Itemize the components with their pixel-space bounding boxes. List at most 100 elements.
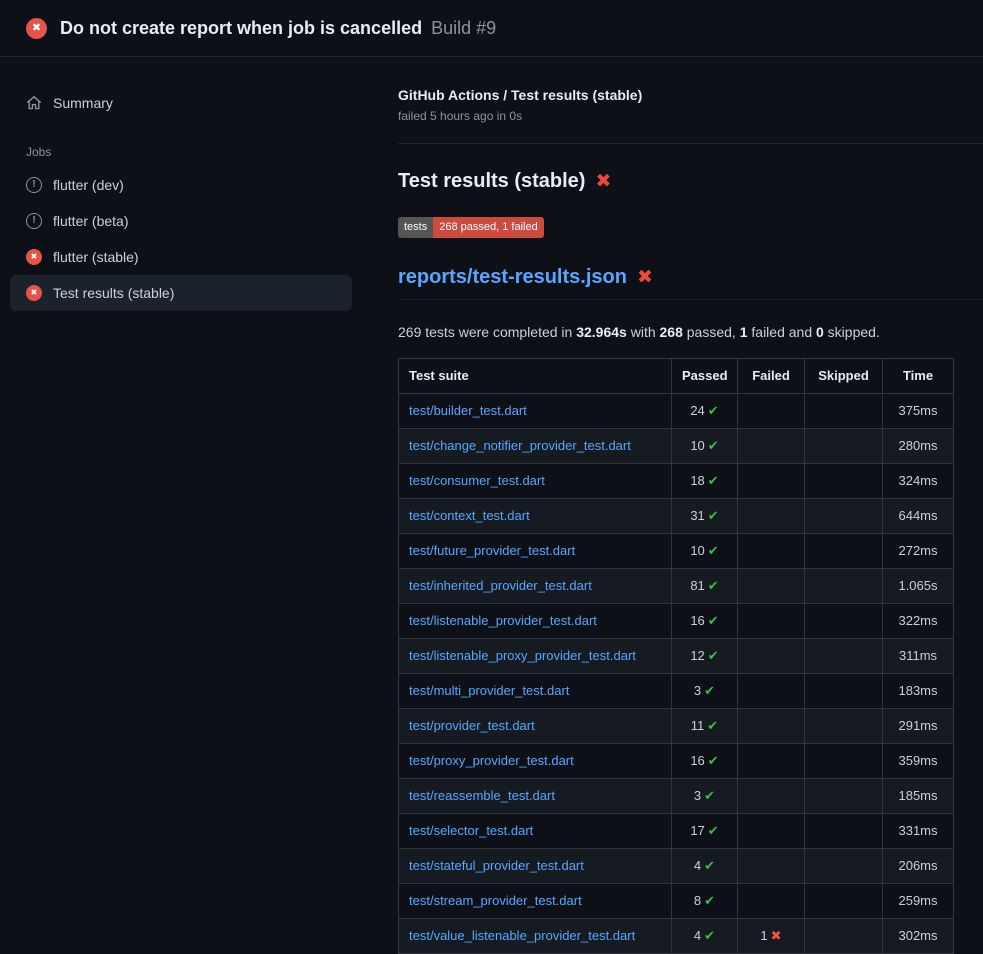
sidebar-item-flutter-dev[interactable]: !flutter (dev) [10,167,352,203]
sidebar-item-flutter-stable[interactable]: ✖ flutter (stable) [10,239,352,275]
test-suite-link[interactable]: test/selector_test.dart [409,823,533,838]
x-circle-icon: ✖ [26,249,42,265]
skipped-cell [805,919,883,954]
time-cell: 272ms [883,534,954,569]
check-icon: ✔ [708,403,719,418]
sidebar-item-test-results-stable[interactable]: ✖Test results (stable) [10,275,352,311]
table-row: test/proxy_provider_test.dart16✔359ms [399,744,954,779]
table-row: test/stateful_provider_test.dart4✔206ms [399,849,954,884]
suite-cell: test/provider_test.dart [399,709,672,744]
sidebar: Summary Jobs !flutter (dev)!flutter (bet… [0,57,370,311]
test-suite-link[interactable]: test/inherited_provider_test.dart [409,578,592,593]
table-row: test/stream_provider_test.dart8✔259ms [399,884,954,919]
test-suite-link[interactable]: test/stateful_provider_test.dart [409,858,584,873]
failed-cell [738,744,805,779]
skipped-cell [805,464,883,499]
table-row: test/selector_test.dart17✔331ms [399,814,954,849]
check-icon: ✔ [704,893,715,908]
test-suite-link[interactable]: test/reassemble_test.dart [409,788,555,803]
suite-cell: test/selector_test.dart [399,814,672,849]
suite-cell: test/change_notifier_provider_test.dart [399,429,672,464]
passed-count: 3 [694,683,701,698]
summary-text-segment: passed, [683,324,740,340]
summary-label: Summary [53,95,113,111]
cross-mark-icon: ✖ [595,172,611,191]
summary-text-segment: with [627,324,660,340]
suite-cell: test/proxy_provider_test.dart [399,744,672,779]
main-content: GitHub Actions / Test results (stable) f… [370,57,983,954]
check-icon: ✔ [704,858,715,873]
table-row: test/multi_provider_test.dart 3✔ 183ms [399,674,954,709]
check-icon: ✔ [707,718,718,733]
failed-cell [738,814,805,849]
x-icon: ✖ [771,928,782,943]
skipped-cell [805,569,883,604]
home-icon [26,95,42,111]
divider [398,143,983,144]
table-row: test/inherited_provider_test.dart81✔1.06… [399,569,954,604]
passed-count: 12 [690,648,704,663]
check-icon: ✔ [708,508,719,523]
x-circle-icon: ✖ [26,285,42,301]
test-suite-link[interactable]: test/listenable_proxy_provider_test.dart [409,648,636,663]
build-number: Build #9 [431,18,496,39]
suite-cell: test/multi_provider_test.dart [399,674,672,709]
check-icon: ✔ [708,473,719,488]
test-suite-link[interactable]: test/multi_provider_test.dart [409,683,569,698]
report-file-link[interactable]: reports/test-results.json [398,266,627,289]
summary-text-segment: skipped. [824,324,880,340]
passed-cell: 3✔ [672,674,738,709]
test-suite-link[interactable]: test/listenable_provider_test.dart [409,613,597,628]
suite-cell: test/stateful_provider_test.dart [399,849,672,884]
test-suite-link[interactable]: test/future_provider_test.dart [409,543,575,558]
results-table-body: test/builder_test.dart24✔375mstest/chang… [399,394,954,954]
test-suite-link[interactable]: test/context_test.dart [409,508,530,523]
badge-label: tests [398,217,433,238]
check-icon: ✔ [704,788,715,803]
time-cell: 331ms [883,814,954,849]
badge-value: 268 passed, 1 failed [433,217,543,238]
passed-count: 16 [690,613,704,628]
passed-cell: 16✔ [672,604,738,639]
sidebar-item-flutter-beta[interactable]: !flutter (beta) [10,203,352,239]
passed-count: 10 [690,543,704,558]
test-suite-link[interactable]: test/change_notifier_provider_test.dart [409,438,631,453]
check-icon: ✔ [708,648,719,663]
passed-cell: 4✔ [672,919,738,954]
table-row: test/value_listenable_provider_test.dart… [399,919,954,954]
passed-count: 8 [694,893,701,908]
summary-text-segment: failed and [748,324,817,340]
suite-cell: test/listenable_provider_test.dart [399,604,672,639]
check-icon: ✔ [708,543,719,558]
time-cell: 183ms [883,674,954,709]
summary-text-segment: 269 tests were completed in [398,324,576,340]
test-suite-link[interactable]: test/builder_test.dart [409,403,527,418]
x-circle-icon: ✖ [26,18,47,39]
passed-count: 81 [690,578,704,593]
skipped-cell [805,884,883,919]
job-label: flutter (dev) [53,177,124,193]
results-table: Test suite Passed Failed Skipped Time te… [398,358,954,954]
passed-count: 31 [690,508,704,523]
passed-count: 18 [690,473,704,488]
test-suite-link[interactable]: test/value_listenable_provider_test.dart [409,928,635,943]
time-cell: 206ms [883,849,954,884]
test-suite-link[interactable]: test/proxy_provider_test.dart [409,753,574,768]
table-header-row: Test suite Passed Failed Skipped Time [399,359,954,394]
job-label: flutter (stable) [53,249,139,265]
suite-cell: test/builder_test.dart [399,394,672,429]
failed-cell [738,534,805,569]
col-header-skipped: Skipped [805,359,883,394]
table-row: test/consumer_test.dart18✔324ms [399,464,954,499]
check-icon: ✔ [708,578,719,593]
test-suite-link[interactable]: test/stream_provider_test.dart [409,893,582,908]
test-suite-link[interactable]: test/provider_test.dart [409,718,535,733]
sidebar-item-summary[interactable]: Summary [10,85,352,121]
table-row: test/listenable_proxy_provider_test.dart… [399,639,954,674]
test-suite-link[interactable]: test/consumer_test.dart [409,473,545,488]
failed-cell [738,884,805,919]
skipped-cell [805,429,883,464]
skipped-cell [805,604,883,639]
table-row: test/context_test.dart31✔644ms [399,499,954,534]
time-cell: 291ms [883,709,954,744]
